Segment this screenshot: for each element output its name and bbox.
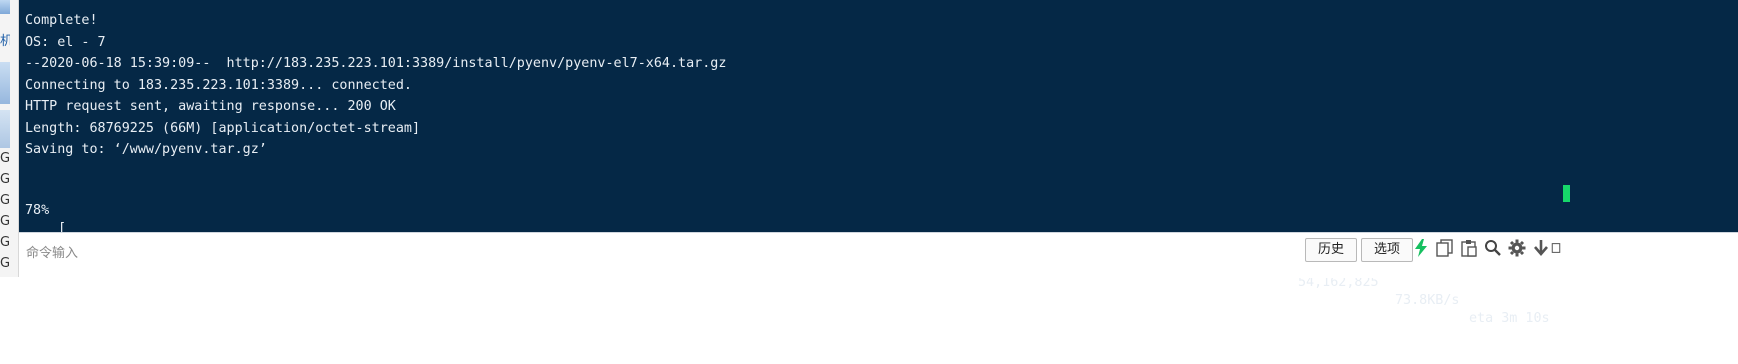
left-panel-letter: G <box>0 214 9 229</box>
download-icon[interactable] <box>1531 237 1551 259</box>
thumbnail-chart <box>0 110 10 148</box>
copy-icon[interactable] <box>1435 237 1455 259</box>
upload-icon[interactable] <box>1551 237 1561 259</box>
terminal-line: Saving to: ‘/www/pyenv.tar.gz’ <box>25 142 267 157</box>
progress-percent: 78% <box>25 203 50 218</box>
thumbnail-chart <box>0 0 10 14</box>
terminal-line: OS: el - 7 <box>25 35 106 50</box>
left-panel-edge: 机 G G G G G G <box>0 0 19 277</box>
left-panel-letter: G <box>0 172 9 187</box>
paste-icon[interactable] <box>1459 237 1479 259</box>
command-bar: 历史 选项 <box>19 232 1738 278</box>
left-panel-letter: G <box>0 235 9 250</box>
flash-icon[interactable] <box>1411 237 1431 259</box>
terminal-cursor <box>1563 185 1570 202</box>
progress-eta: eta 3m 10s <box>1469 311 1550 326</box>
search-icon[interactable] <box>1483 237 1503 259</box>
terminal-output[interactable]: Complete! OS: el - 7 --2020-06-18 15:39:… <box>19 0 1738 326</box>
terminal-line: HTTP request sent, awaiting response... … <box>25 99 396 114</box>
terminal-line: Complete! <box>25 13 98 28</box>
progress-rate: 73.8KB/s <box>1395 293 1460 308</box>
thumbnail-chart <box>0 62 10 104</box>
terminal-line: --2020-06-18 15:39:09-- http://183.235.2… <box>25 56 727 71</box>
left-panel-letter: G <box>0 256 9 271</box>
left-panel-letter: G <box>0 193 9 208</box>
left-panel-letter: G <box>0 151 9 166</box>
history-button[interactable]: 历史 <box>1305 238 1358 262</box>
options-button[interactable]: 选项 <box>1361 238 1414 262</box>
terminal-line: Length: 68769225 (66M) [application/octe… <box>25 121 421 136</box>
command-input[interactable] <box>26 238 1296 268</box>
left-panel-glyph: 机 <box>0 30 10 49</box>
terminal-line: Connecting to 183.235.223.101:3389... co… <box>25 78 412 93</box>
download-progress: 78% [ ==================================… <box>25 184 1738 326</box>
gear-icon[interactable] <box>1507 237 1527 259</box>
